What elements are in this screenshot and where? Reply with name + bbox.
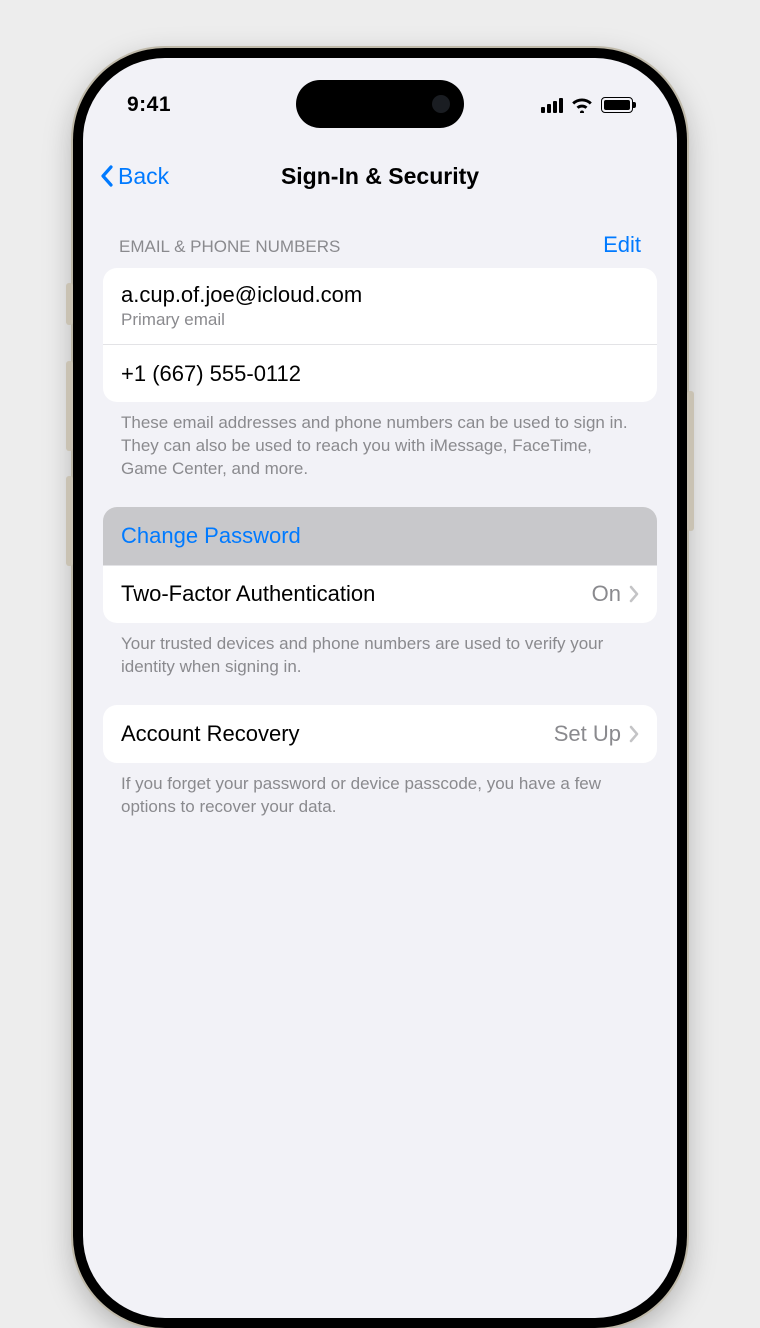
phone-frame: 9:41 Back <box>73 48 687 1328</box>
change-password-label: Change Password <box>121 523 301 549</box>
email-subtitle: Primary email <box>121 310 362 330</box>
status-indicators <box>541 97 633 113</box>
volume-up-button <box>66 361 73 451</box>
side-button <box>687 391 694 531</box>
battery-icon <box>601 97 633 113</box>
dynamic-island <box>296 80 464 128</box>
chevron-right-icon <box>629 585 639 603</box>
security-footer: Your trusted devices and phone numbers a… <box>103 623 657 705</box>
account-recovery-row[interactable]: Account Recovery Set Up <box>103 705 657 763</box>
content: Email & Phone Numbers Edit a.cup.of.joe@… <box>83 208 677 1318</box>
phone-value: +1 (667) 555-0112 <box>121 361 301 387</box>
contacts-section-header: Email & Phone Numbers Edit <box>103 232 657 268</box>
security-card: Change Password Two-Factor Authenticatio… <box>103 507 657 623</box>
account-recovery-value: Set Up <box>554 721 621 747</box>
status-time: 9:41 <box>127 93 171 117</box>
edit-button[interactable]: Edit <box>603 232 641 258</box>
chevron-right-icon <box>629 725 639 743</box>
mute-switch <box>66 283 73 325</box>
screen: 9:41 Back <box>83 58 677 1318</box>
email-value: a.cup.of.joe@icloud.com <box>121 282 362 308</box>
cellular-icon <box>541 97 563 113</box>
two-factor-label: Two-Factor Authentication <box>121 581 375 607</box>
two-factor-row[interactable]: Two-Factor Authentication On <box>103 565 657 623</box>
two-factor-value: On <box>592 581 621 607</box>
wifi-icon <box>571 97 593 113</box>
volume-down-button <box>66 476 73 566</box>
email-row[interactable]: a.cup.of.joe@icloud.com Primary email <box>103 268 657 344</box>
recovery-footer: If you forget your password or device pa… <box>103 763 657 845</box>
contacts-card: a.cup.of.joe@icloud.com Primary email +1… <box>103 268 657 402</box>
recovery-card: Account Recovery Set Up <box>103 705 657 763</box>
back-label: Back <box>118 163 169 190</box>
contacts-footer: These email addresses and phone numbers … <box>103 402 657 507</box>
chevron-left-icon <box>99 164 115 188</box>
contacts-section-label: Email & Phone Numbers <box>119 237 340 257</box>
page-title: Sign-In & Security <box>83 163 677 190</box>
back-button[interactable]: Back <box>99 163 169 190</box>
change-password-row[interactable]: Change Password <box>103 507 657 565</box>
phone-row[interactable]: +1 (667) 555-0112 <box>103 344 657 402</box>
camera-dot <box>432 95 450 113</box>
account-recovery-label: Account Recovery <box>121 721 300 747</box>
navigation-bar: Back Sign-In & Security <box>83 148 677 204</box>
